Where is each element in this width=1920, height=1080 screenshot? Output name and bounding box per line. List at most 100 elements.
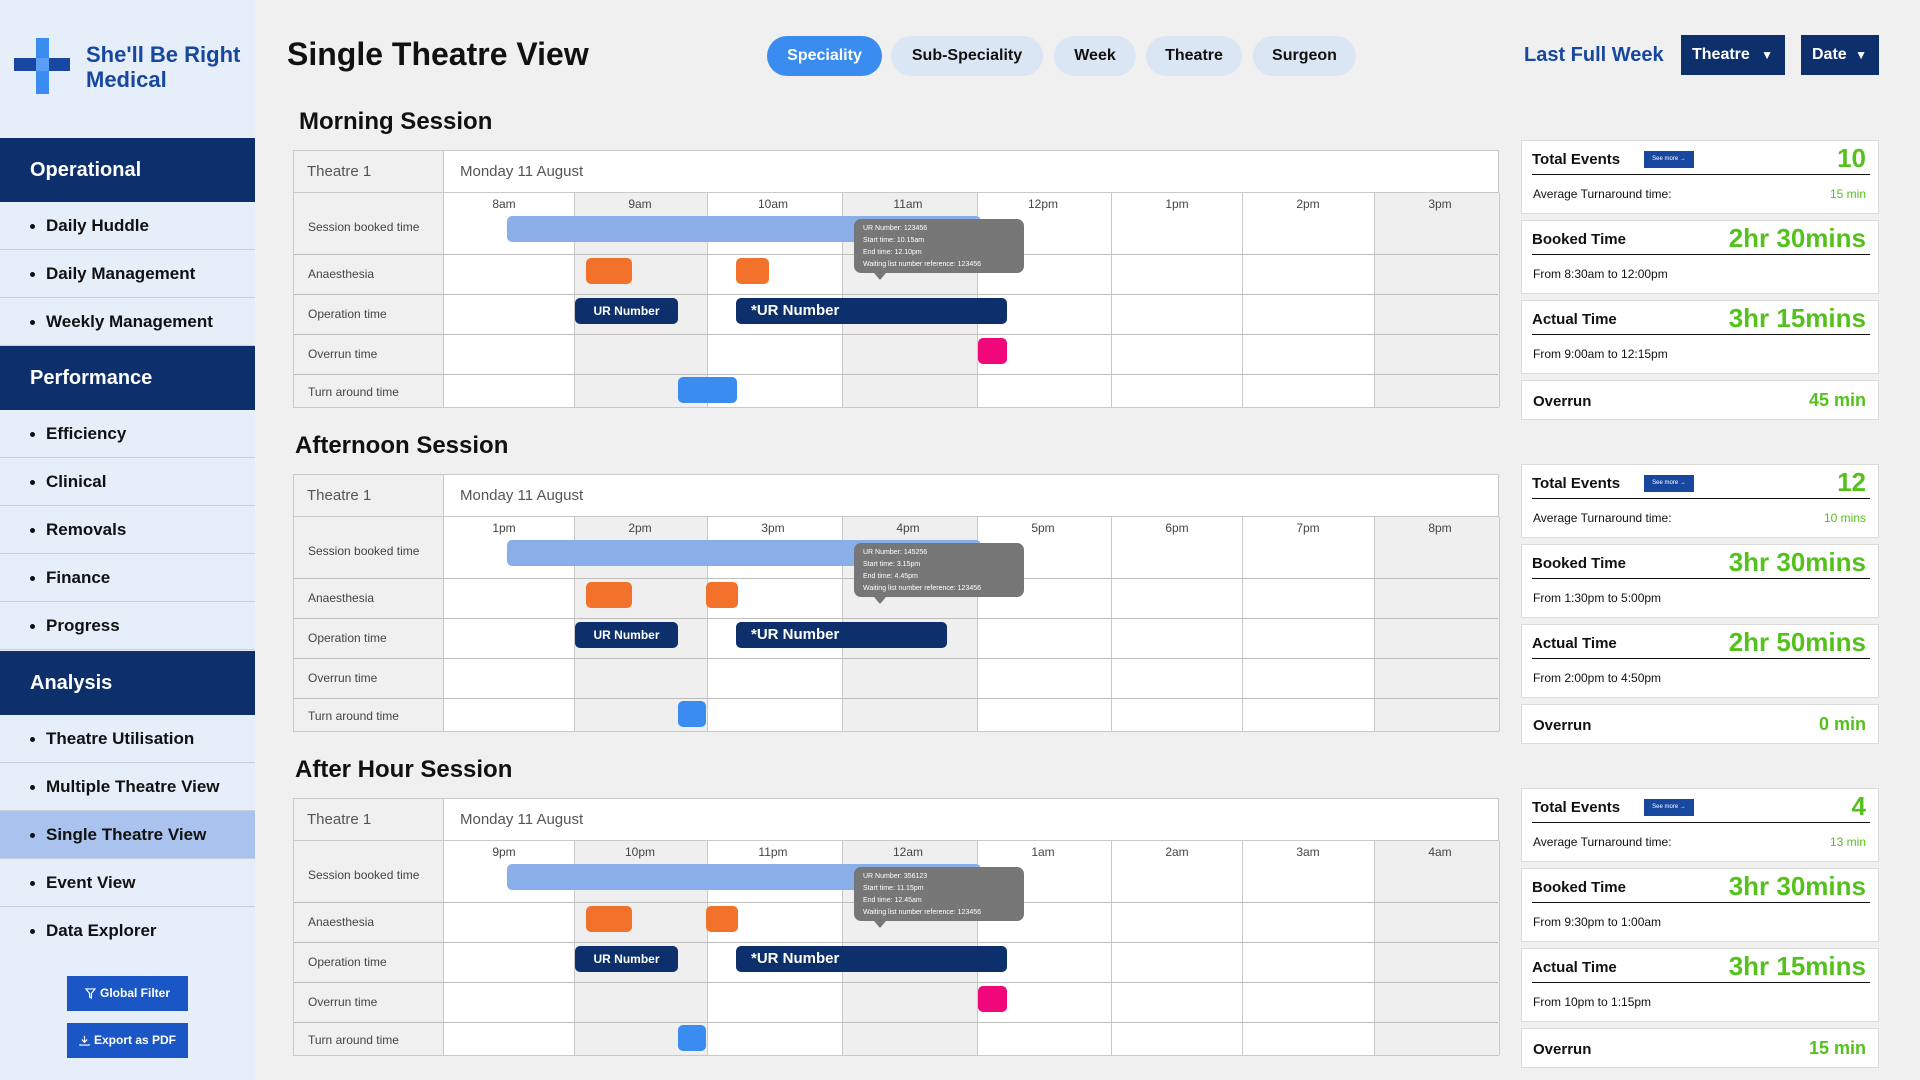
tooltip-line-end: End time: 12.45am <box>863 897 922 904</box>
operation-tooltip: UR Number: 145256 Start time: 3.15pm End t… <box>854 543 1024 604</box>
nav-item-label: Theatre Utilisation <box>46 729 195 748</box>
theatre-cell: Theatre 1 <box>294 799 444 841</box>
nav-item-progress[interactable]: Progress <box>0 602 255 650</box>
operation-bar-selected[interactable]: *UR Number <box>736 622 947 648</box>
stat-card-booked-time: Booked Time 3hr 30mins From 1:30pm to 5:00… <box>1521 544 1879 618</box>
anaesthesia-bar[interactable] <box>706 582 738 608</box>
hour-label: 11pm <box>758 845 788 859</box>
pill-speciality[interactable]: Speciality <box>767 36 882 76</box>
anaesthesia-bar[interactable] <box>586 906 632 932</box>
booked-time-value: 3hr 30mins <box>1728 547 1866 577</box>
nav-item-daily-management[interactable]: Daily Management <box>0 250 255 298</box>
stat-card-overrun: Overrun 0 min <box>1521 704 1879 744</box>
overrun-bar[interactable] <box>978 986 1007 1012</box>
hour-label: 9am <box>628 197 652 211</box>
nav-section-operational[interactable]: Operational <box>0 138 255 202</box>
nav-item-label: Event View <box>46 873 136 892</box>
stat-card-actual-time: Actual Time 3hr 15mins From 10pm to 1:15pm <box>1521 948 1879 1022</box>
tooltip-line-end: End time: 12.10pm <box>863 249 922 256</box>
anaesthesia-bar[interactable] <box>706 906 738 932</box>
date-dropdown-label: Date <box>1812 46 1847 63</box>
session-title: After Hour Session <box>295 756 513 783</box>
total-events-value: 10 <box>1837 143 1866 173</box>
anaesthesia-bar[interactable] <box>736 258 769 284</box>
card-label: Actual Time <box>1532 635 1617 652</box>
operation-bar[interactable]: UR Number <box>575 298 678 324</box>
actual-range: From 9:00am to 12:15pm <box>1533 347 1668 361</box>
nav-item-efficiency[interactable]: Efficiency <box>0 410 255 458</box>
nav-item-label: Daily Management <box>46 264 196 283</box>
card-label: Total Events <box>1532 151 1621 168</box>
booked-range: From 8:30am to 12:00pm <box>1533 267 1668 281</box>
operation-bar[interactable]: UR Number <box>575 946 678 972</box>
actual-range: From 10pm to 1:15pm <box>1533 995 1652 1009</box>
turnaround-bar[interactable] <box>678 377 737 403</box>
tooltip-line-start: Start time: 11.15pm <box>863 885 924 892</box>
brand-name: She'll Be Right Medical <box>86 42 240 92</box>
total-events-value: 4 <box>1851 791 1866 821</box>
nav-section-analysis[interactable]: Analysis <box>0 651 255 715</box>
operation-bar-selected[interactable]: *UR Number <box>736 298 1007 324</box>
operation-bar[interactable]: UR Number <box>575 622 678 648</box>
anaesthesia-bar[interactable] <box>586 582 632 608</box>
pill-theatre[interactable]: Theatre <box>1146 36 1242 76</box>
stat-card-booked-time: Booked Time 3hr 30mins From 9:30pm to 1:00… <box>1521 868 1879 942</box>
nav-item-removals[interactable]: Removals <box>0 506 255 554</box>
card-header: Booked Time 3hr 30mins <box>1532 547 1870 579</box>
hour-label: 6pm <box>1165 521 1189 535</box>
card-label: Overrun <box>1533 1041 1592 1058</box>
page-title: Single Theatre View <box>287 36 589 72</box>
card-label: Overrun <box>1533 717 1592 734</box>
date-dropdown[interactable]: Date ▼ <box>1801 35 1879 75</box>
bullet-icon <box>30 833 35 839</box>
operation-bar-selected[interactable]: *UR Number <box>736 946 1007 972</box>
nav-item-multiple-theatre-view[interactable]: Multiple Theatre View <box>0 763 255 811</box>
nav-item-clinical[interactable]: Clinical <box>0 458 255 506</box>
turnaround-bar[interactable] <box>678 1025 706 1051</box>
hour-label: 1pm <box>1165 197 1189 211</box>
see-more-button[interactable]: See more → <box>1644 799 1694 816</box>
turnaround-bar[interactable] <box>678 701 706 727</box>
hour-label: 10pm <box>624 845 656 859</box>
hour-label: 11am <box>893 197 923 211</box>
hour-label: 9pm <box>492 845 516 859</box>
card-label: Booked Time <box>1532 555 1626 572</box>
nav-item-data-explorer[interactable]: Data Explorer <box>0 907 255 955</box>
overrun-bar[interactable] <box>978 338 1007 364</box>
date-cell: Monday 11 August <box>444 799 1498 841</box>
session-grid: Theatre 1 Monday 11 August 8am 9am 10am 11am 1… <box>293 150 1500 408</box>
pill-week[interactable]: Week <box>1054 36 1136 76</box>
nav-item-label: Data Explorer <box>46 921 157 940</box>
nav-item-daily-huddle[interactable]: Daily Huddle <box>0 202 255 250</box>
row-label: Anaesthesia <box>308 591 375 605</box>
stat-card-actual-time: Actual Time 2hr 50mins From 2:00pm to 4:50… <box>1521 624 1879 698</box>
nav-item-event-view[interactable]: Event View <box>0 859 255 907</box>
see-more-button[interactable]: See more → <box>1644 475 1694 492</box>
brand-logo: She'll Be Right Medical <box>14 38 244 98</box>
nav-item-finance[interactable]: Finance <box>0 554 255 602</box>
nav-item-theatre-utilisation[interactable]: Theatre Utilisation <box>0 715 255 763</box>
row-label: Session booked time <box>308 868 420 882</box>
global-filter-button[interactable]: Global Filter <box>67 976 188 1011</box>
operation-tooltip: UR Number: 356123 Start time: 11.15pm End … <box>854 867 1024 928</box>
pill-surgeon[interactable]: Surgeon <box>1253 36 1356 76</box>
pill-sub-speciality[interactable]: Sub-Speciality <box>891 36 1043 76</box>
grid-row-divider <box>294 658 1498 659</box>
export-pdf-button[interactable]: Export as PDF <box>67 1023 188 1058</box>
nav-item-single-theatre-view[interactable]: Single Theatre View <box>0 811 255 859</box>
avg-turnaround-value: 13 min <box>1829 835 1866 849</box>
card-label: Total Events <box>1532 799 1621 816</box>
theatre-cell: Theatre 1 <box>294 151 444 193</box>
export-pdf-label: Export as PDF <box>93 1033 177 1047</box>
card-header: Total Events See more → 12 <box>1532 467 1870 499</box>
nav-section-performance[interactable]: Performance <box>0 346 255 410</box>
see-more-button[interactable]: See more → <box>1644 151 1694 168</box>
anaesthesia-bar[interactable] <box>586 258 632 284</box>
nav-item-weekly-management[interactable]: Weekly Management <box>0 298 255 346</box>
theatre-dropdown[interactable]: Theatre ▼ <box>1681 35 1785 75</box>
row-label: Turn around time <box>308 384 399 399</box>
nav-item-label: Clinical <box>46 472 107 491</box>
hour-label: 12pm <box>1027 197 1059 211</box>
session-grid: Theatre 1 Monday 11 August 1pm 2pm 3pm 4pm 5pm… <box>293 474 1500 732</box>
avg-turnaround-value: 10 mins <box>1823 511 1866 525</box>
